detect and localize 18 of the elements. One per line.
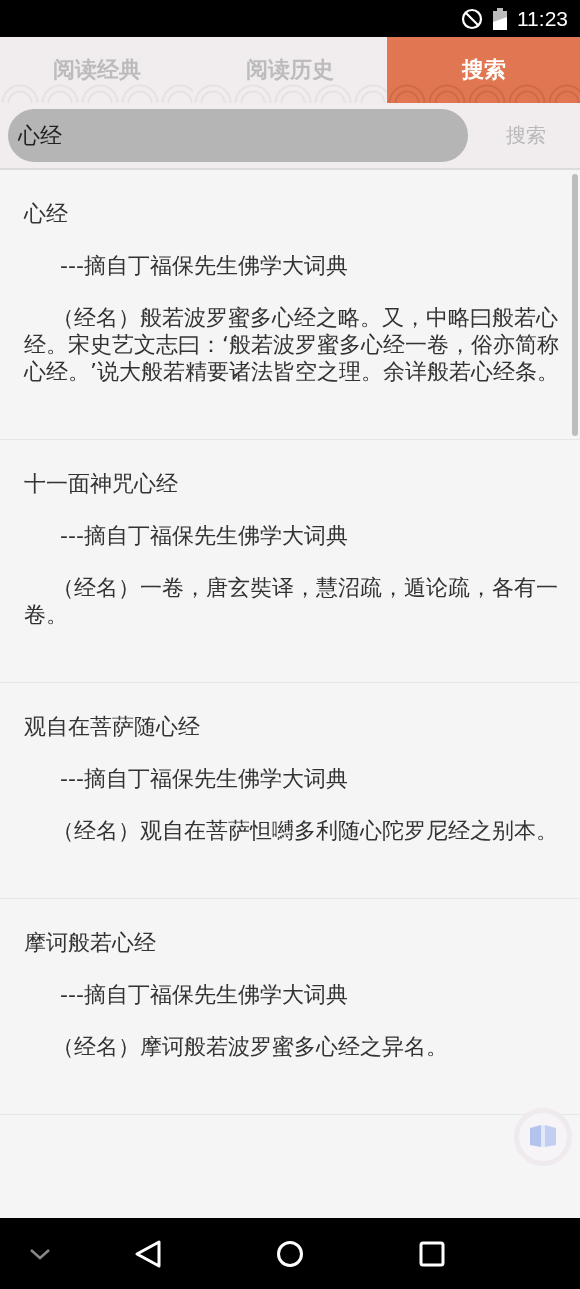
result-source: ---摘自丁福保先生佛学大词典 [59,252,349,280]
do-not-disturb-icon [461,7,483,30]
result-title: 观自在菩萨随心经 [24,713,201,741]
result-source: ---摘自丁福保先生佛学大词典 [59,981,349,1009]
result-title: 心经 [24,200,69,228]
result-source: ---摘自丁福保先生佛学大词典 [59,765,349,793]
result-source: ---摘自丁福保先生佛学大词典 [59,522,349,550]
result-title: 十一面神咒心经 [24,470,179,498]
result-text: （经名）摩诃般若波罗蜜多心经之异名。 [51,1033,449,1060]
result-text: （经名）观自在菩萨怛嚩多利随心陀罗尼经之别本。 [51,817,559,844]
result-text: （经名）一卷，唐玄奘译，慧沼疏，遁论疏，各有一卷。 [24,574,559,628]
tab[interactable]: 搜索 [387,37,580,103]
result-text: （经名）般若波罗蜜多心经之略。又，中略曰般若心经。宋史艺文志曰：‘般若波罗蜜多心经一卷，俗亦简称心经。’说大般若精要诸法皆空之理。余详般若心经条。 [24,304,560,385]
result-title: 摩诃般若心经 [24,929,157,957]
search-button[interactable]: 搜索 [506,118,546,153]
search-field[interactable]: 心经 [8,109,468,162]
battery-icon [493,7,507,30]
clock-time: 11:23 [517,6,568,31]
